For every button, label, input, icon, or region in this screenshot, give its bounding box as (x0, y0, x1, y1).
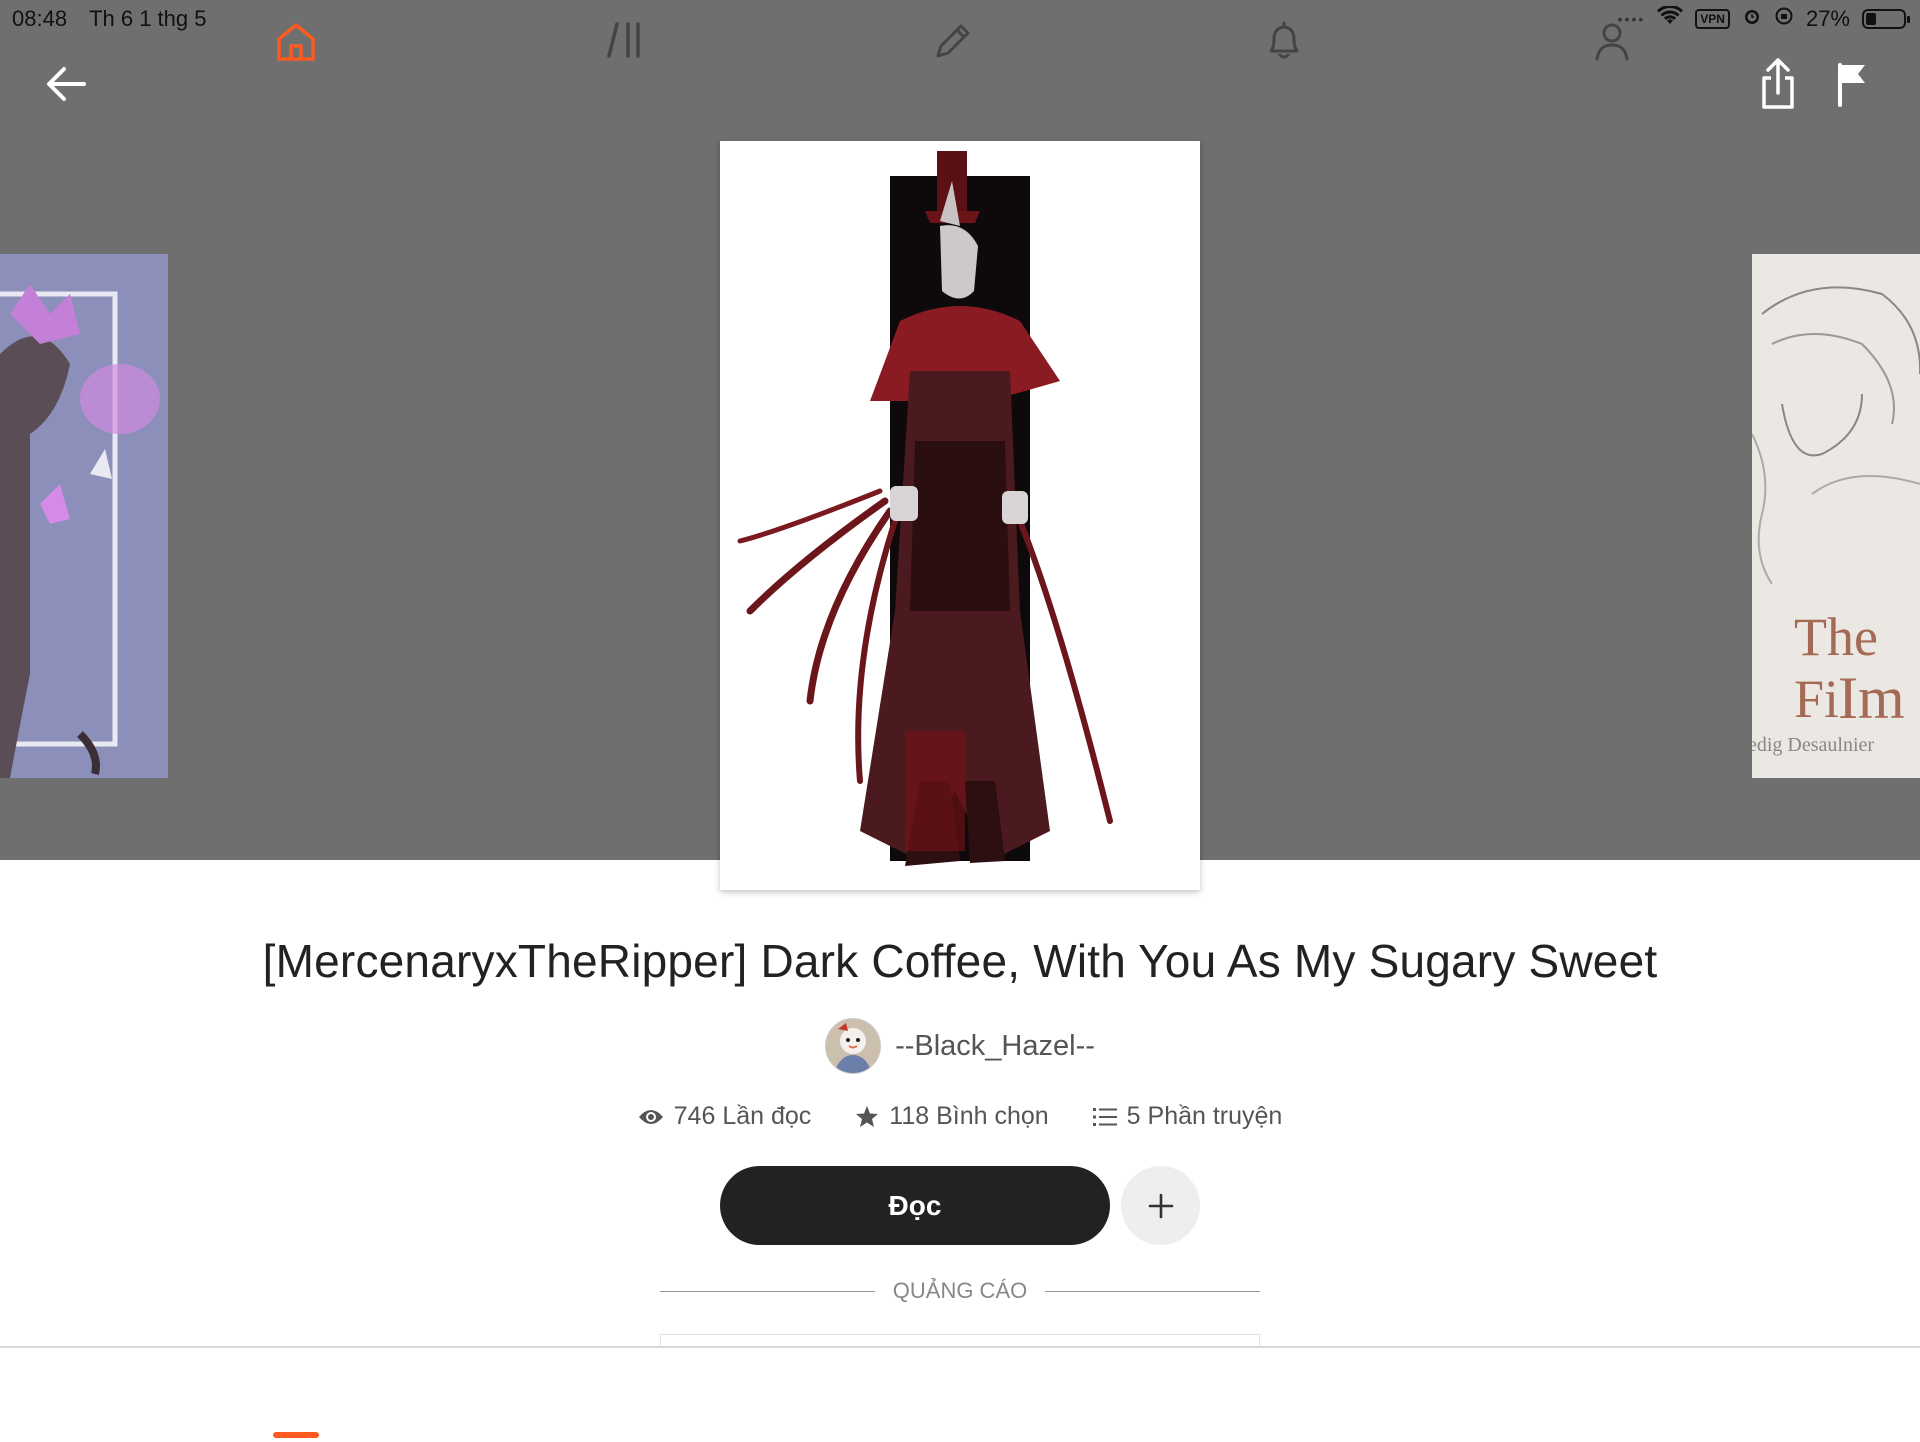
ad-divider: QUẢNG CÁO (660, 1276, 1260, 1306)
library-icon (607, 22, 640, 58)
parts-stat: 5 Phần truyện (1092, 1102, 1283, 1131)
flag-icon (1838, 63, 1865, 107)
battery-icon (1862, 9, 1910, 29)
pencil-icon (936, 24, 970, 58)
star-icon (856, 1106, 879, 1127)
arrow-left-icon (47, 67, 86, 101)
orientation-lock-icon (1774, 6, 1794, 32)
divider-line-right (1045, 1290, 1260, 1292)
add-to-library-button[interactable] (1121, 1166, 1200, 1245)
votes-stat: 118 Bình chọn (855, 1102, 1049, 1131)
share-icon (1762, 58, 1794, 109)
user-icon (1595, 23, 1629, 61)
author-name[interactable]: --Black_Hazel-- (895, 1030, 1095, 1063)
carousel-cover-next[interactable]: The Fi Im edig Desaulnier (1752, 254, 1920, 778)
bell-icon (1269, 21, 1299, 59)
report-button[interactable] (1820, 52, 1884, 116)
story-stats: 746 Lần đọc 118 Bình chọn 5 Phần truyện (0, 1102, 1920, 1131)
divider-line-left (660, 1290, 875, 1292)
wifi-icon (1657, 5, 1684, 32)
next-cover-title-2: Im (1838, 665, 1905, 731)
parts-count: 5 Phần truyện (1126, 1102, 1283, 1130)
tab-write[interactable] (921, 20, 985, 80)
tab-library[interactable] (594, 20, 658, 80)
next-cover-signature: edig Desaulnier (1752, 734, 1875, 756)
reads-stat: 746 Lần đọc (638, 1102, 812, 1131)
votes-count: 118 Bình chọn (889, 1102, 1049, 1130)
author-row[interactable]: --Black_Hazel-- (0, 1018, 1920, 1074)
home-icon (277, 23, 315, 61)
reads-count: 746 Lần đọc (673, 1102, 812, 1130)
active-tab-indicator (273, 1432, 319, 1438)
story-cover[interactable] (720, 141, 1200, 890)
bottom-tab-bar (0, 1346, 1920, 1442)
plus-icon (1148, 1193, 1173, 1218)
eye-icon (638, 1109, 663, 1124)
battery-percent: 27% (1805, 6, 1850, 31)
tab-notifications[interactable] (1252, 20, 1316, 80)
status-date: Th 6 1 thg 5 (89, 6, 207, 31)
carousel-cover-prev[interactable] (0, 254, 168, 778)
read-button[interactable]: Đọc (720, 1166, 1110, 1245)
list-icon (1092, 1107, 1117, 1126)
author-avatar[interactable] (825, 1018, 882, 1074)
alarm-icon (1742, 6, 1762, 32)
story-title: [MercenaryxTheRipper] Dark Coffee, With … (262, 935, 1658, 987)
share-button[interactable] (1746, 52, 1810, 116)
read-button-label: Đọc (888, 1189, 942, 1221)
ad-label: QUẢNG CÁO (892, 1278, 1028, 1303)
tab-profile[interactable] (1580, 20, 1644, 80)
vpn-badge: VPN (1695, 9, 1730, 29)
back-button[interactable] (34, 52, 98, 116)
tab-home[interactable] (264, 20, 328, 80)
status-time: 08:48 (12, 6, 68, 31)
